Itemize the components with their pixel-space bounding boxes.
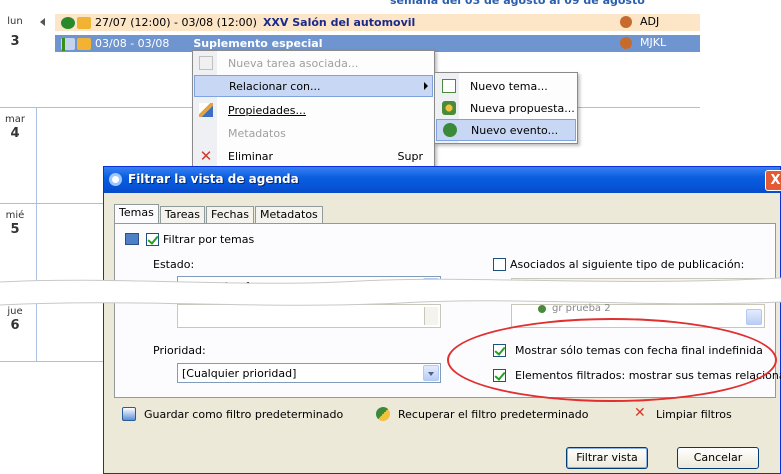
menu-item-delete[interactable]: ✕ Eliminar Supr (194, 145, 433, 167)
restore-filter-icon (376, 407, 390, 421)
restore-default-filter-link[interactable]: Recuperar el filtro predeterminado (376, 407, 588, 421)
day-number: 4 (10, 126, 20, 141)
properties-icon (199, 103, 213, 117)
associated-publication-checkbox[interactable] (493, 258, 506, 271)
menu-item-metadata[interactable]: Metadatos (194, 122, 433, 144)
new-event-icon (443, 123, 457, 137)
user-icon (620, 36, 632, 49)
clear-filters-icon: ✕ (634, 405, 646, 421)
day-name: lun (7, 16, 23, 27)
dialog-titlebar[interactable]: Filtrar la vista de agenda X (104, 167, 781, 193)
day-number: 3 (10, 34, 20, 49)
close-icon[interactable]: X (765, 170, 781, 191)
day-number: 5 (10, 222, 20, 237)
event-dates: 27/07 (12:00) - 03/08 (12:00) (95, 16, 257, 29)
submenu-item-new-proposal[interactable]: Nueva propuesta... (436, 97, 576, 119)
associated-publication-label: Asociados al siguiente tipo de publicaci… (510, 258, 745, 271)
new-proposal-icon (442, 101, 456, 115)
submenu-arrow-icon (424, 82, 428, 90)
relate-submenu: Nuevo tema... Nueva propuesta... Nuevo e… (434, 72, 578, 144)
tab-tasks[interactable]: Tareas (159, 206, 205, 224)
dialog-title: Filtrar la vista de agenda (128, 172, 299, 186)
delete-icon: ✕ (199, 147, 213, 165)
day-name: mar (5, 114, 25, 125)
event-user: ADJ (620, 15, 659, 28)
event-user: MJKL (620, 36, 666, 49)
topics-icon (125, 233, 139, 245)
menu-item-properties[interactable]: Propiedades... (194, 99, 433, 121)
torn-paper-divider (0, 277, 781, 306)
chevron-down-icon[interactable] (423, 365, 439, 381)
priority-label: Prioridad: (153, 344, 206, 357)
event-user-code: MJKL (640, 36, 667, 49)
previous-arrow-icon[interactable] (40, 18, 45, 26)
delete-shortcut: Supr (397, 149, 423, 163)
folder-icon (77, 37, 91, 50)
tab-metadata[interactable]: Metadatos (254, 206, 323, 224)
menu-item-relate-with[interactable]: Relacionar con... (194, 75, 433, 97)
folder-icon (77, 16, 91, 29)
user-icon (620, 15, 632, 28)
context-menu: Nueva tarea asociada... Relacionar con..… (192, 50, 435, 168)
tab-dates[interactable]: Fechas (205, 206, 254, 224)
status-label: Estado: (153, 258, 195, 271)
day-divider (36, 108, 37, 362)
week-header: semana del 03 de agosto al 09 de agosto (390, 0, 645, 7)
save-filter-icon (122, 407, 136, 421)
event-type-icon (61, 16, 75, 29)
event-salon-automovil[interactable]: 27/07 (12:00) - 03/08 (12:00) XXV Salón … (55, 14, 700, 31)
event-title: XXV Salón del automovil (262, 16, 416, 29)
submenu-item-new-event[interactable]: Nuevo evento... (436, 119, 576, 141)
tab-topics[interactable]: Temas (114, 204, 159, 224)
priority-select[interactable]: [Cualquier prioridad] (177, 363, 441, 383)
event-dates: 03/08 - 03/08 (95, 37, 170, 50)
day-name: mié (5, 210, 25, 221)
filter-by-topics-label: Filtrar por temas (163, 233, 255, 246)
filter-by-topics-checkbox[interactable] (146, 233, 159, 246)
app-icon (109, 173, 122, 186)
new-task-icon (199, 56, 213, 70)
event-title: Suplemento especial (193, 37, 323, 50)
filter-actions: Guardar como filtro predeterminado Recup… (104, 405, 780, 427)
clear-filters-link[interactable]: ✕ Limpiar filtros (634, 405, 732, 421)
submenu-item-new-topic[interactable]: Nuevo tema... (436, 75, 576, 97)
event-user-code: ADJ (640, 15, 660, 28)
highlight-ellipse (447, 318, 777, 402)
save-default-filter-link[interactable]: Guardar como filtro predeterminado (122, 407, 343, 421)
new-topic-icon (442, 79, 456, 93)
dialog-tabs: Temas Tareas Fechas Metadatos (114, 204, 324, 224)
day-number: 6 (10, 318, 20, 333)
menu-item-new-task[interactable]: Nueva tarea asociada... (194, 52, 433, 74)
cancel-button[interactable]: Cancelar (677, 447, 759, 469)
filter-dialog: Filtrar la vista de agenda X Temas Tarea… (103, 166, 781, 474)
chevron-down-icon[interactable] (746, 309, 762, 325)
filter-view-button[interactable]: Filtrar vista (566, 447, 648, 469)
status-bar (62, 38, 65, 51)
